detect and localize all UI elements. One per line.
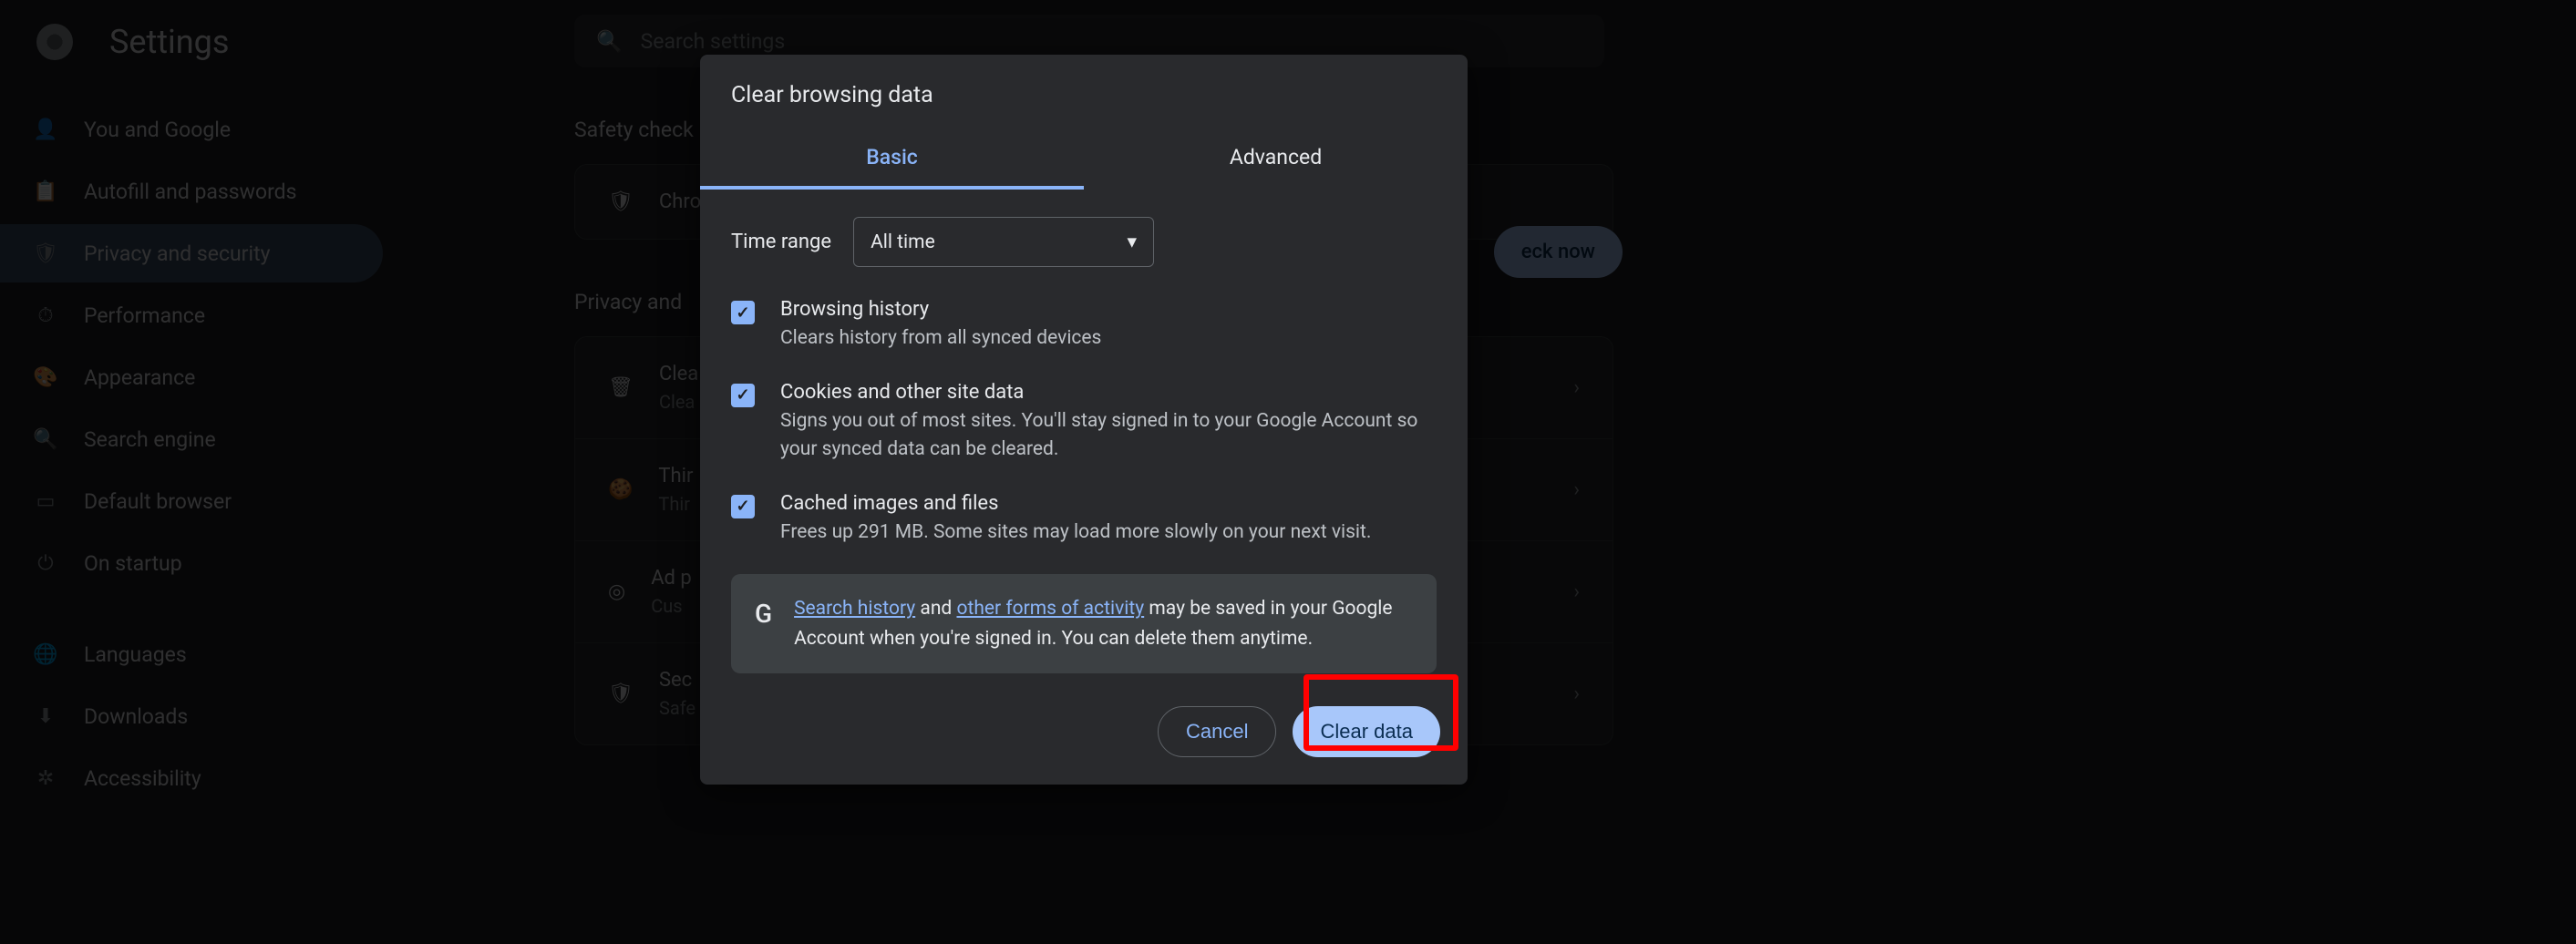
option-title: Cached images and files — [780, 492, 1371, 515]
dialog-title: Clear browsing data — [700, 55, 1468, 130]
cancel-button[interactable]: Cancel — [1158, 706, 1276, 757]
tab-basic[interactable]: Basic — [700, 130, 1084, 190]
time-range-label: Time range — [731, 231, 831, 253]
option-desc: Signs you out of most sites. You'll stay… — [780, 407, 1437, 465]
time-range-value: All time — [871, 231, 935, 253]
chevron-down-icon: ▾ — [1128, 231, 1138, 253]
checkbox-browsing-history[interactable]: ✓ — [731, 301, 755, 324]
google-account-info: G Search history and other forms of acti… — [731, 574, 1437, 673]
tab-advanced[interactable]: Advanced — [1084, 130, 1468, 190]
option-desc: Frees up 291 MB. Some sites may load mor… — [780, 518, 1371, 548]
checkbox-cookies[interactable]: ✓ — [731, 384, 755, 407]
time-range-select[interactable]: All time ▾ — [853, 217, 1154, 267]
google-g-icon: G — [755, 594, 772, 653]
clear-data-button[interactable]: Clear data — [1293, 706, 1440, 757]
option-desc: Clears history from all synced devices — [780, 324, 1101, 354]
other-activity-link[interactable]: other forms of activity — [956, 598, 1144, 620]
checkbox-cached-images[interactable]: ✓ — [731, 495, 755, 518]
info-text: and — [915, 598, 956, 620]
option-title: Cookies and other site data — [780, 381, 1437, 404]
option-title: Browsing history — [780, 298, 1101, 321]
clear-browsing-data-dialog: Clear browsing data Basic Advanced Time … — [700, 55, 1468, 785]
search-history-link[interactable]: Search history — [794, 598, 915, 620]
